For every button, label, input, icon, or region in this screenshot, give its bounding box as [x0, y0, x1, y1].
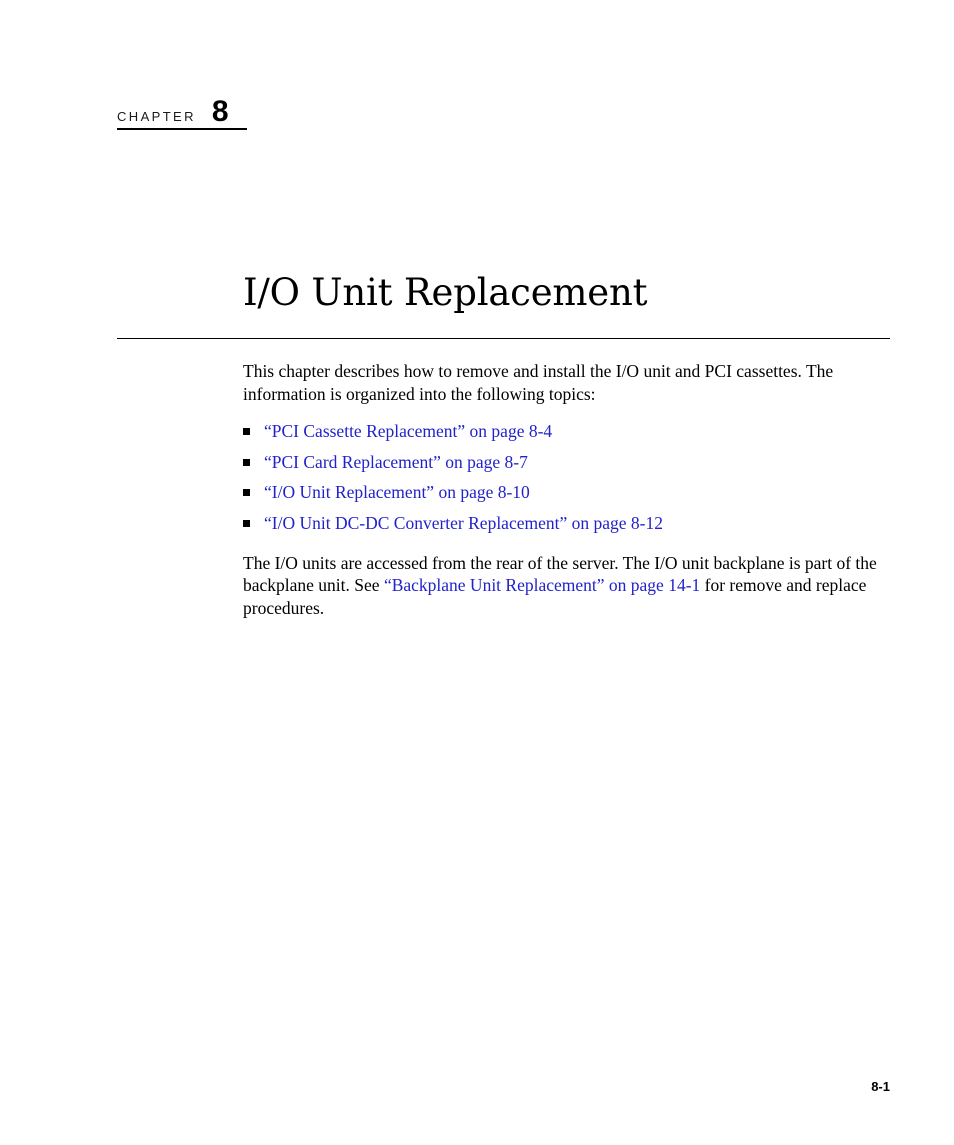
square-bullet-icon: [243, 489, 250, 496]
chapter-label: CHAPTER: [117, 109, 196, 124]
list-item: “PCI Cassette Replacement” on page 8-4: [243, 421, 890, 442]
topic-link-list: “PCI Cassette Replacement” on page 8-4 “…: [243, 421, 890, 534]
title-divider: [117, 338, 890, 339]
inline-link-backplane-unit-replacement[interactable]: “Backplane Unit Replacement” on page 14-…: [384, 575, 700, 595]
page-title: I/O Unit Replacement: [243, 270, 648, 314]
square-bullet-icon: [243, 519, 250, 527]
square-bullet-icon: [243, 458, 250, 466]
body-content: This chapter describes how to remove and…: [243, 360, 890, 619]
topic-link-pci-card-replacement[interactable]: “PCI Card Replacement” on page 8-7: [264, 452, 528, 472]
topic-link-io-unit-dc-dc-converter-replacement[interactable]: “I/O Unit DC-DC Converter Replacement” o…: [264, 513, 663, 533]
list-item: “PCI Card Replacement” on page 8-7: [243, 452, 890, 473]
intro-paragraph: This chapter describes how to remove and…: [243, 361, 834, 404]
document-page: CHAPTER 8 I/O Unit Replacement This chap…: [0, 0, 954, 1145]
footer-page-number: 8-1: [871, 1079, 890, 1094]
square-bullet-icon: [243, 428, 250, 435]
chapter-number: 8: [211, 95, 229, 128]
list-item: “I/O Unit DC-DC Converter Replacement” o…: [243, 513, 890, 534]
topic-link-pci-cassette-replacement[interactable]: “PCI Cassette Replacement” on page 8-4: [264, 421, 552, 441]
closing-paragraph: The I/O units are accessed from the rear…: [243, 552, 890, 620]
list-item: “I/O Unit Replacement” on page 8-10: [243, 482, 890, 503]
chapter-marker: CHAPTER 8: [117, 92, 247, 130]
topic-link-io-unit-replacement[interactable]: “I/O Unit Replacement” on page 8-10: [264, 482, 530, 502]
